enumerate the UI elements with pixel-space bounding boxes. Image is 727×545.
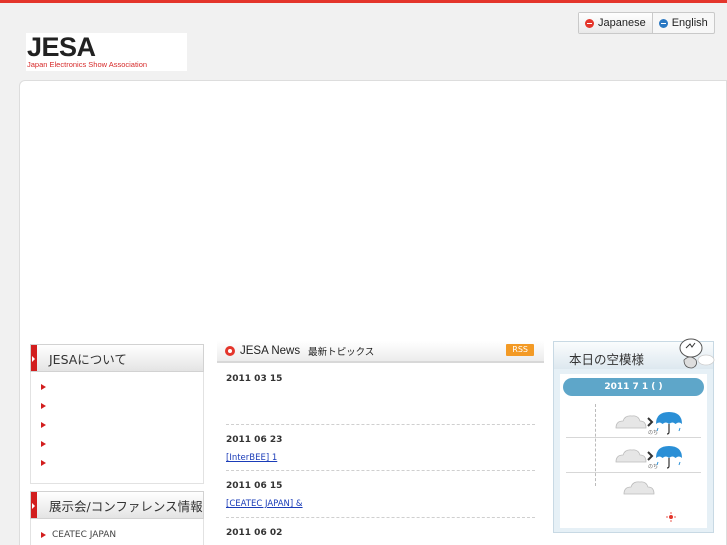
- weather-divider: [595, 404, 596, 486]
- rss-button[interactable]: RSS: [506, 344, 534, 356]
- site-logo[interactable]: JESA Japan Electronics Show Association: [26, 32, 187, 71]
- news-subtitle: 最新トピックス: [308, 347, 375, 358]
- top-accent-bar: [0, 0, 727, 3]
- news-divider: [226, 517, 535, 518]
- sidebar-heading-exhibitions[interactable]: 展示会/コンファレンス情報: [30, 491, 204, 519]
- news-item: 2011 06 23 [InterBEE] 1: [226, 435, 535, 464]
- news-divider: [226, 424, 535, 425]
- sidebar-item-ceatec[interactable]: CEATEC JAPAN: [31, 525, 203, 544]
- news-link[interactable]: [CEATEC JAPAN] &: [226, 499, 360, 509]
- bullet-arrow-icon: [41, 459, 46, 466]
- weather-later-label: のち: [648, 430, 659, 436]
- news-divider: [226, 470, 535, 471]
- weather-title: 本日の空模様: [569, 352, 645, 367]
- bullet-arrow-icon: [41, 383, 46, 390]
- bullet-arrow-icon: [41, 421, 46, 428]
- sidebar-item[interactable]: [31, 377, 203, 396]
- japanese-bullet-icon: [585, 18, 594, 28]
- logo-main-text: JESA: [27, 32, 96, 62]
- bullet-arrow-icon: [41, 531, 46, 538]
- sidebar-item[interactable]: [31, 396, 203, 415]
- news-date: 2011 06 15: [226, 481, 283, 491]
- weather-later-label: のち: [648, 464, 659, 470]
- sidebar-heading-about[interactable]: JESAについて: [30, 344, 204, 372]
- bullet-arrow-icon: [41, 440, 46, 447]
- english-bullet-icon: [658, 18, 668, 28]
- news-bullet-icon: [225, 346, 235, 356]
- logo-sub-text: Japan Electronics Show Association: [27, 60, 148, 69]
- lang-japanese-button[interactable]: Japanese: [579, 13, 652, 33]
- weather-date: 2011 7 1 ( ): [563, 378, 704, 396]
- sidebar-about-list: [30, 372, 204, 484]
- weather-row-divider: [566, 437, 701, 438]
- bullet-arrow-icon: [41, 402, 46, 409]
- weather-header: 本日の空模様: [554, 338, 715, 369]
- lang-english-button[interactable]: English: [651, 13, 714, 33]
- news-item: 2011 03 15: [226, 374, 535, 384]
- sun-icon: [666, 512, 676, 522]
- news-item: 2011 06 02: [226, 528, 535, 538]
- heading-marker-icon: [31, 492, 37, 518]
- news-title: JESA News: [240, 345, 301, 357]
- sidebar-item[interactable]: [31, 453, 203, 472]
- weather-body: 2011 7 1 ( ) のち のち: [560, 374, 707, 528]
- lang-japanese-label: Japanese: [598, 17, 646, 29]
- news-link[interactable]: [InterBEE] 1: [226, 453, 360, 463]
- sidebar-exhibitions-list: CEATEC JAPAN: [30, 519, 204, 545]
- sidebar-heading-about-label: JESAについて: [49, 351, 127, 367]
- weather-mascot-icon: [679, 338, 715, 369]
- weather-widget: 本日の空模様 2011 7 1 ( ) のち のち: [553, 338, 715, 533]
- news-item: 2011 06 15 [CEATEC JAPAN] &: [226, 481, 535, 510]
- news-date: 2011 06 23: [226, 435, 283, 445]
- sidebar-item[interactable]: [31, 415, 203, 434]
- news-header: JESA News 最新トピックス RSS: [217, 341, 544, 363]
- sidebar-heading-exhibitions-label: 展示会/コンファレンス情報: [49, 498, 203, 514]
- news-date: 2011 03 15: [226, 374, 283, 384]
- heading-marker-icon: [31, 345, 37, 371]
- language-switch: Japanese English: [578, 12, 715, 34]
- news-date: 2011 06 02: [226, 528, 283, 538]
- lang-english-label: English: [671, 17, 708, 29]
- weather-row-divider: [566, 472, 701, 473]
- cloudy-icon: [623, 481, 655, 495]
- sidebar-item[interactable]: [31, 434, 203, 453]
